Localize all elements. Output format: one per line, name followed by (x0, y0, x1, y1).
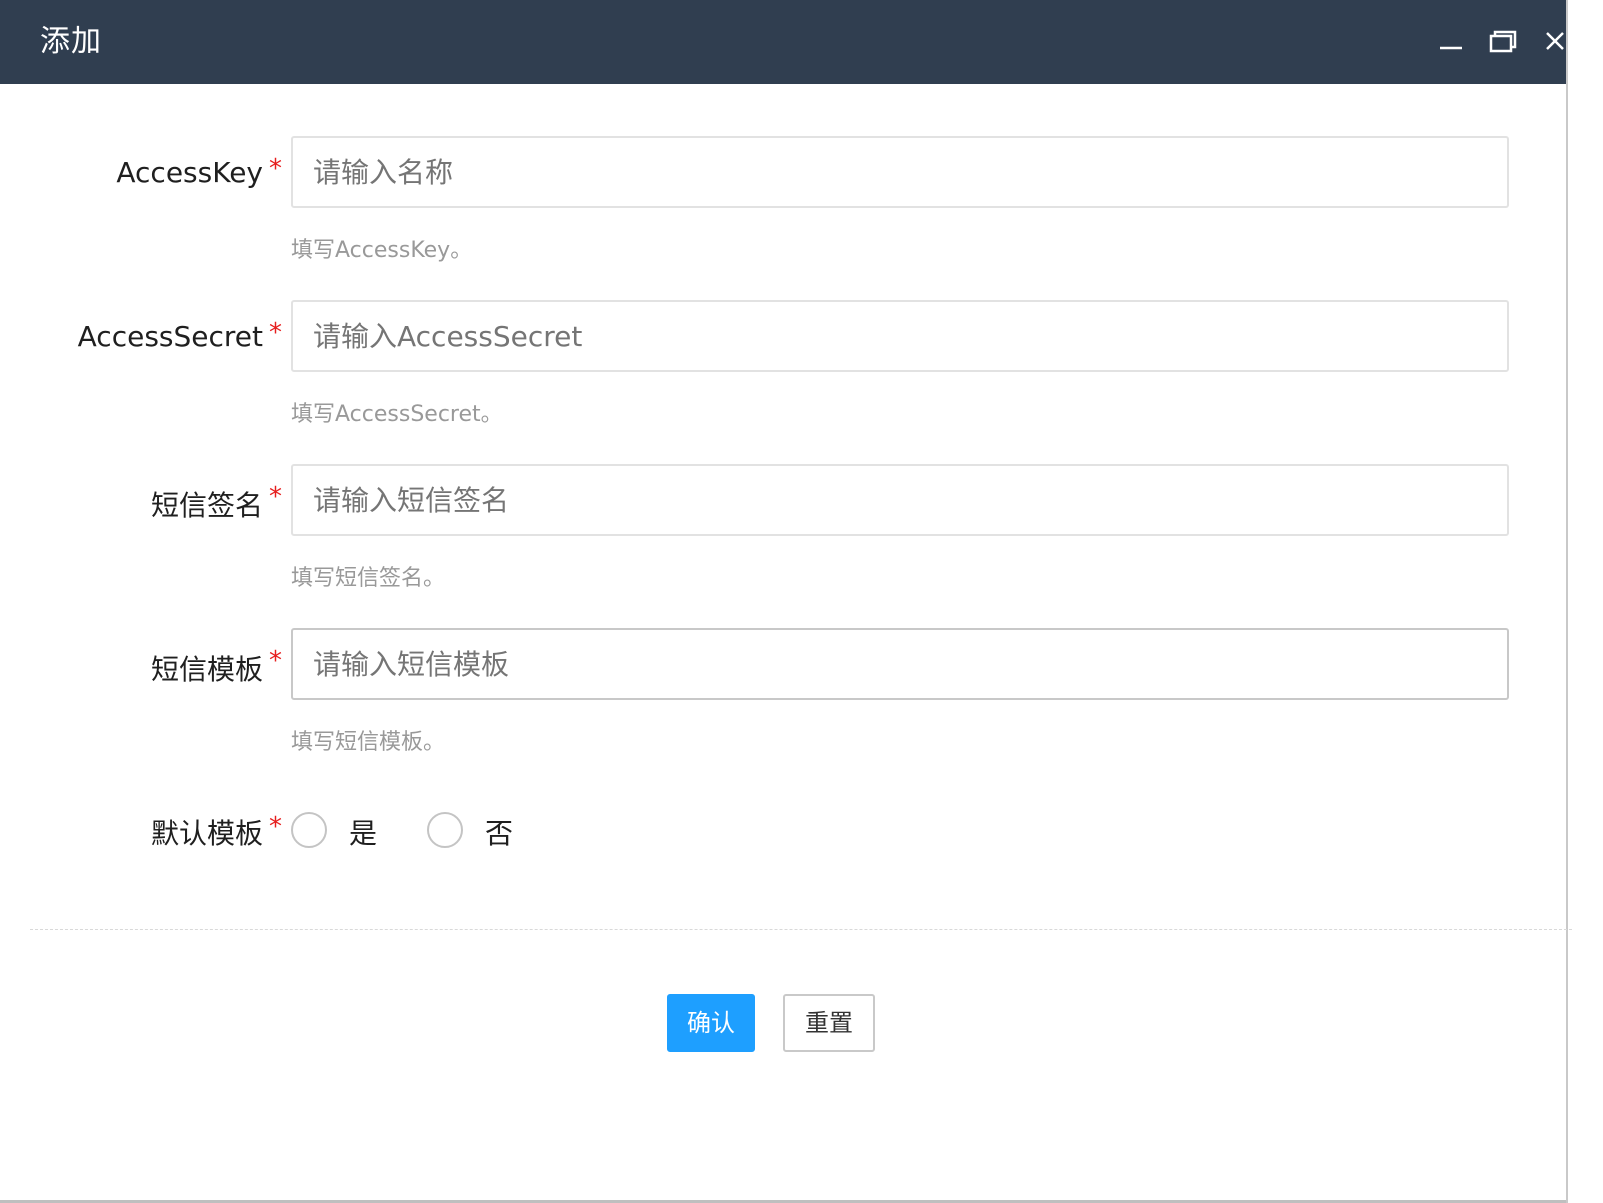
sms-template-input[interactable] (291, 628, 1509, 700)
radio-circle-icon[interactable] (291, 812, 327, 848)
required-marker: * (269, 318, 282, 348)
minimize-icon (1440, 46, 1462, 50)
confirm-button[interactable]: 确认 (667, 994, 755, 1052)
window-right-edge (1566, 0, 1603, 1203)
reset-button[interactable]: 重置 (783, 994, 875, 1052)
radio-label-yes: 是 (349, 817, 378, 850)
accesskey-label: AccessKey (116, 156, 263, 189)
sms-template-label: 短信模板 (150, 653, 263, 686)
accesskey-help: 填写AccessKey。 (291, 238, 473, 263)
sms-signature-help: 填写短信签名。 (291, 566, 446, 591)
accesssecret-input[interactable] (291, 300, 1509, 372)
minimize-button[interactable] (1434, 24, 1470, 60)
required-marker: * (269, 154, 282, 184)
accesskey-input[interactable] (291, 136, 1509, 208)
dialog-titlebar: 添加 (0, 0, 1566, 84)
required-marker: * (269, 812, 282, 842)
accesssecret-help: 填写AccessSecret。 (291, 402, 503, 427)
accesssecret-label: AccessSecret (77, 320, 263, 353)
required-marker: * (269, 482, 282, 512)
maximize-icon (1489, 30, 1517, 53)
maximize-button[interactable] (1486, 24, 1522, 60)
required-marker: * (269, 646, 282, 676)
sms-template-help: 填写短信模板。 (291, 730, 446, 755)
sms-signature-label: 短信签名 (150, 489, 263, 522)
dialog-title: 添加 (40, 24, 102, 59)
sms-signature-input[interactable] (291, 464, 1509, 536)
default-template-label: 默认模板 (150, 817, 263, 850)
radio-label-no: 否 (485, 817, 514, 850)
radio-circle-icon[interactable] (427, 812, 463, 848)
footer-divider (30, 929, 1572, 930)
